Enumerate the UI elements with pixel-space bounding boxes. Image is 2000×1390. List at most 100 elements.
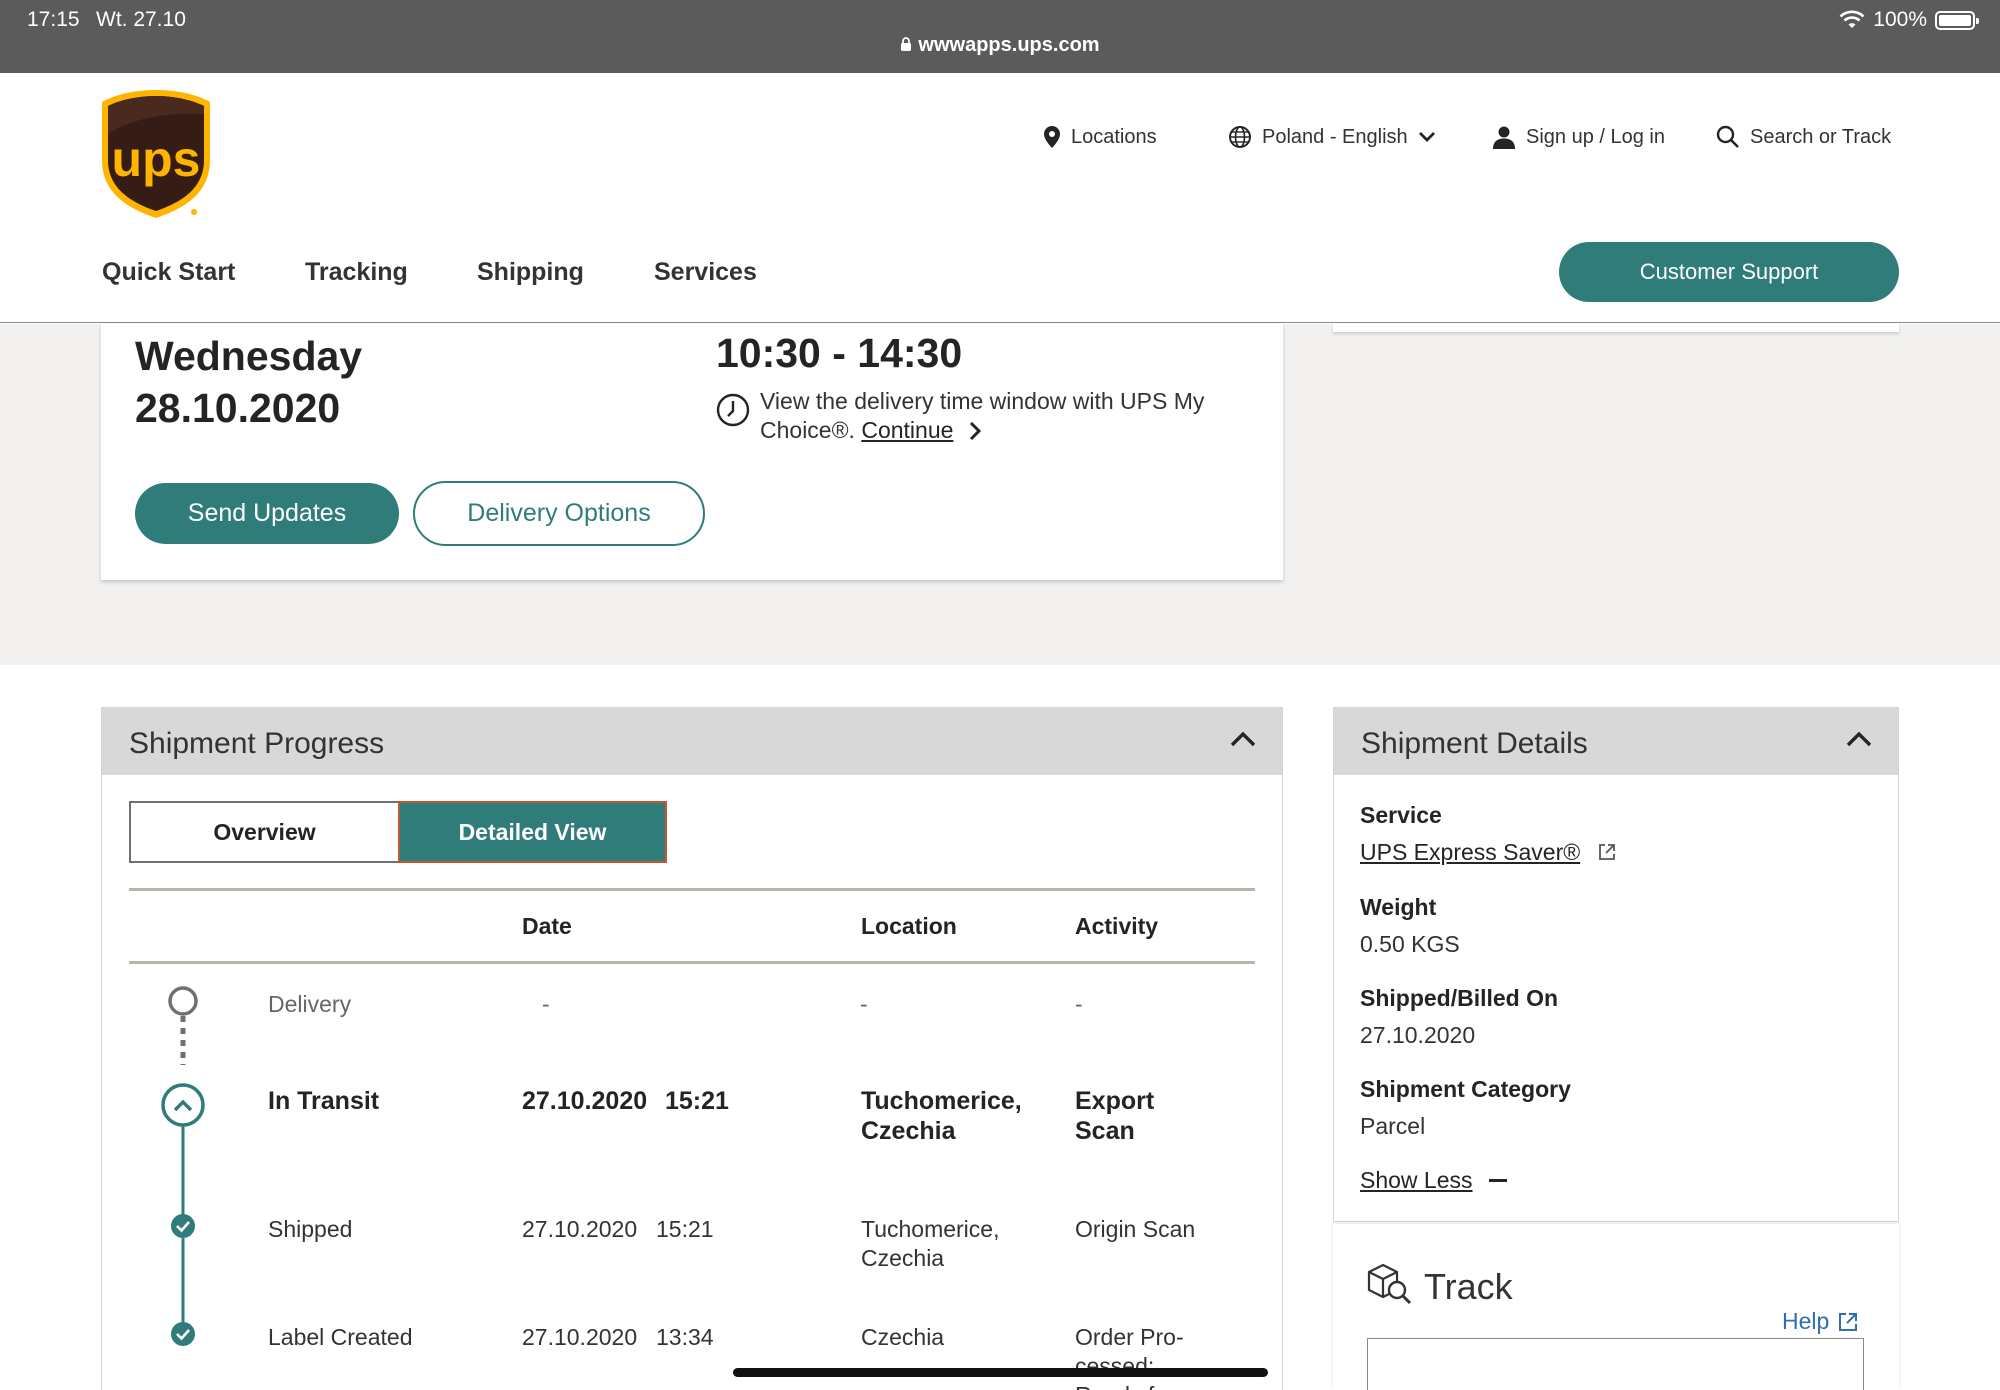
chevron-up-icon[interactable] (1230, 730, 1256, 748)
svg-text:ups: ups (112, 131, 201, 187)
lock-icon (901, 37, 912, 51)
home-indicator[interactable] (733, 1368, 1268, 1377)
status-time: 17:15 (27, 8, 80, 31)
nav-tracking[interactable]: Tracking (305, 258, 408, 287)
site-header: ups Locations Poland - English Sign up /… (0, 73, 2000, 323)
row-activity-line1: Export (1075, 1087, 1155, 1115)
my-choice-message: View the delivery time window with UPS M… (760, 387, 1230, 445)
nav-shipping[interactable]: Shipping (477, 258, 584, 287)
shipped-billed-label: Shipped/Billed On (1360, 985, 1559, 1011)
row-date: 27.10.2020 (522, 1324, 638, 1350)
help-link[interactable]: Help (1782, 1308, 1859, 1335)
shipment-details-header[interactable]: Shipment Details (1334, 708, 1898, 775)
chevron-up-icon[interactable] (1846, 730, 1872, 748)
row-location: Czechia (861, 1324, 945, 1350)
delivery-window: 10:30 - 14:30 (716, 330, 963, 376)
view-toggle: Overview Detailed View (129, 801, 667, 863)
tracking-number-input[interactable] (1367, 1338, 1864, 1390)
shipped-billed-value: 27.10.2020 (1360, 1022, 1476, 1048)
check-icon (171, 1214, 195, 1238)
ups-logo[interactable]: ups (100, 88, 212, 220)
delivery-day: Wednesday (135, 333, 363, 379)
row-status: Label Created (268, 1324, 413, 1350)
row-activity-line2: Scan (1075, 1117, 1135, 1145)
show-less-link[interactable]: Show Less (1360, 1167, 1507, 1194)
row-time: 15:21 (656, 1216, 714, 1242)
row-activity-line1: Order Pro- (1075, 1324, 1184, 1350)
locations-link[interactable]: Locations (1043, 125, 1157, 149)
battery-percent: 100% (1873, 8, 1927, 31)
chevron-down-icon (1418, 132, 1435, 142)
row-status: Shipped (268, 1216, 353, 1242)
row-date: - (542, 991, 550, 1017)
status-date: Wt. 27.10 (96, 8, 186, 31)
row-time: 15:21 (665, 1087, 729, 1115)
status-right: 100% (1839, 8, 1979, 32)
category-label: Shipment Category (1360, 1076, 1571, 1102)
tab-overview[interactable]: Overview (129, 801, 398, 863)
weight-label: Weight (1360, 894, 1437, 920)
external-link-icon (1839, 1312, 1858, 1331)
row-location-line2: Czechia (861, 1117, 956, 1145)
row-date: 27.10.2020 (522, 1216, 638, 1242)
current-step-icon (161, 1083, 205, 1127)
progress-timeline (161, 986, 205, 1346)
column-activity: Activity (1075, 913, 1159, 939)
continue-link[interactable]: Continue (861, 417, 953, 443)
delivery-options-button[interactable]: Delivery Options (413, 481, 705, 546)
ios-status-bar: 17:15 Wt. 27.10 100% wwwapps.ups.com (0, 0, 2000, 73)
row-activity-line3: Ready for (1075, 1380, 1175, 1390)
language-label: Poland - English (1262, 125, 1408, 148)
row-location-line1: Tuchomerice, (861, 1087, 1022, 1115)
search-track-label: Search or Track (1750, 125, 1892, 148)
minus-icon (1488, 1179, 1507, 1182)
send-updates-button[interactable]: Send Updates (135, 483, 399, 544)
shipment-progress-header[interactable]: Shipment Progress (102, 708, 1282, 775)
url-bar[interactable]: wwwapps.ups.com (0, 34, 2000, 57)
service-label: Service (1360, 802, 1442, 828)
clock-icon (716, 393, 750, 427)
customer-support-button[interactable]: Customer Support (1559, 242, 1899, 302)
tab-detailed-view[interactable]: Detailed View (398, 801, 667, 863)
url-text: wwwapps.ups.com (918, 34, 1100, 56)
column-location: Location (861, 913, 957, 939)
signin-label: Sign up / Log in (1526, 125, 1665, 148)
row-time: 13:34 (656, 1324, 714, 1350)
track-title: Track (1424, 1266, 1513, 1307)
search-icon (1716, 125, 1739, 148)
pending-step-icon (168, 986, 198, 1016)
package-search-icon (1367, 1263, 1412, 1305)
my-choice-text: View the delivery time window with UPS M… (760, 388, 1205, 443)
show-less-label: Show Less (1360, 1167, 1473, 1193)
delivery-date-value: 28.10.2020 (135, 385, 341, 431)
shipment-details-title: Shipment Details (1361, 727, 1588, 760)
service-link[interactable]: UPS Express Saver® (1360, 839, 1580, 865)
globe-icon (1229, 126, 1251, 148)
location-pin-icon (1044, 126, 1060, 148)
row-date: 27.10.2020 (522, 1087, 648, 1115)
user-icon (1493, 126, 1515, 149)
row-activity: Origin Scan (1075, 1216, 1196, 1242)
nav-quick-start[interactable]: Quick Start (102, 258, 235, 287)
table-header-rule (129, 961, 1255, 964)
sidebar-card-bottom (1333, 324, 1899, 332)
wifi-icon (1839, 10, 1865, 28)
service-value: UPS Express Saver® (1360, 839, 1617, 866)
row-status: In Transit (268, 1087, 380, 1115)
external-link-icon[interactable] (1597, 842, 1617, 862)
column-date: Date (522, 913, 572, 939)
shipment-details-panel: Shipment Details (1333, 707, 1899, 1222)
signin-link[interactable]: Sign up / Log in (1492, 125, 1665, 149)
locations-label: Locations (1071, 125, 1157, 148)
language-selector[interactable]: Poland - English (1228, 125, 1436, 149)
search-track-link[interactable]: Search or Track (1716, 125, 1891, 149)
delivery-date: Wednesday 28.10.2020 (135, 330, 362, 434)
shipment-progress-title: Shipment Progress (129, 727, 385, 760)
row-status: Delivery (268, 991, 352, 1017)
nav-services[interactable]: Services (654, 258, 757, 287)
table-top-rule (129, 888, 1255, 891)
battery-icon (1935, 10, 1979, 30)
check-icon (171, 1322, 195, 1346)
category-value: Parcel (1360, 1113, 1426, 1139)
weight-value: 0.50 KGS (1360, 931, 1460, 957)
